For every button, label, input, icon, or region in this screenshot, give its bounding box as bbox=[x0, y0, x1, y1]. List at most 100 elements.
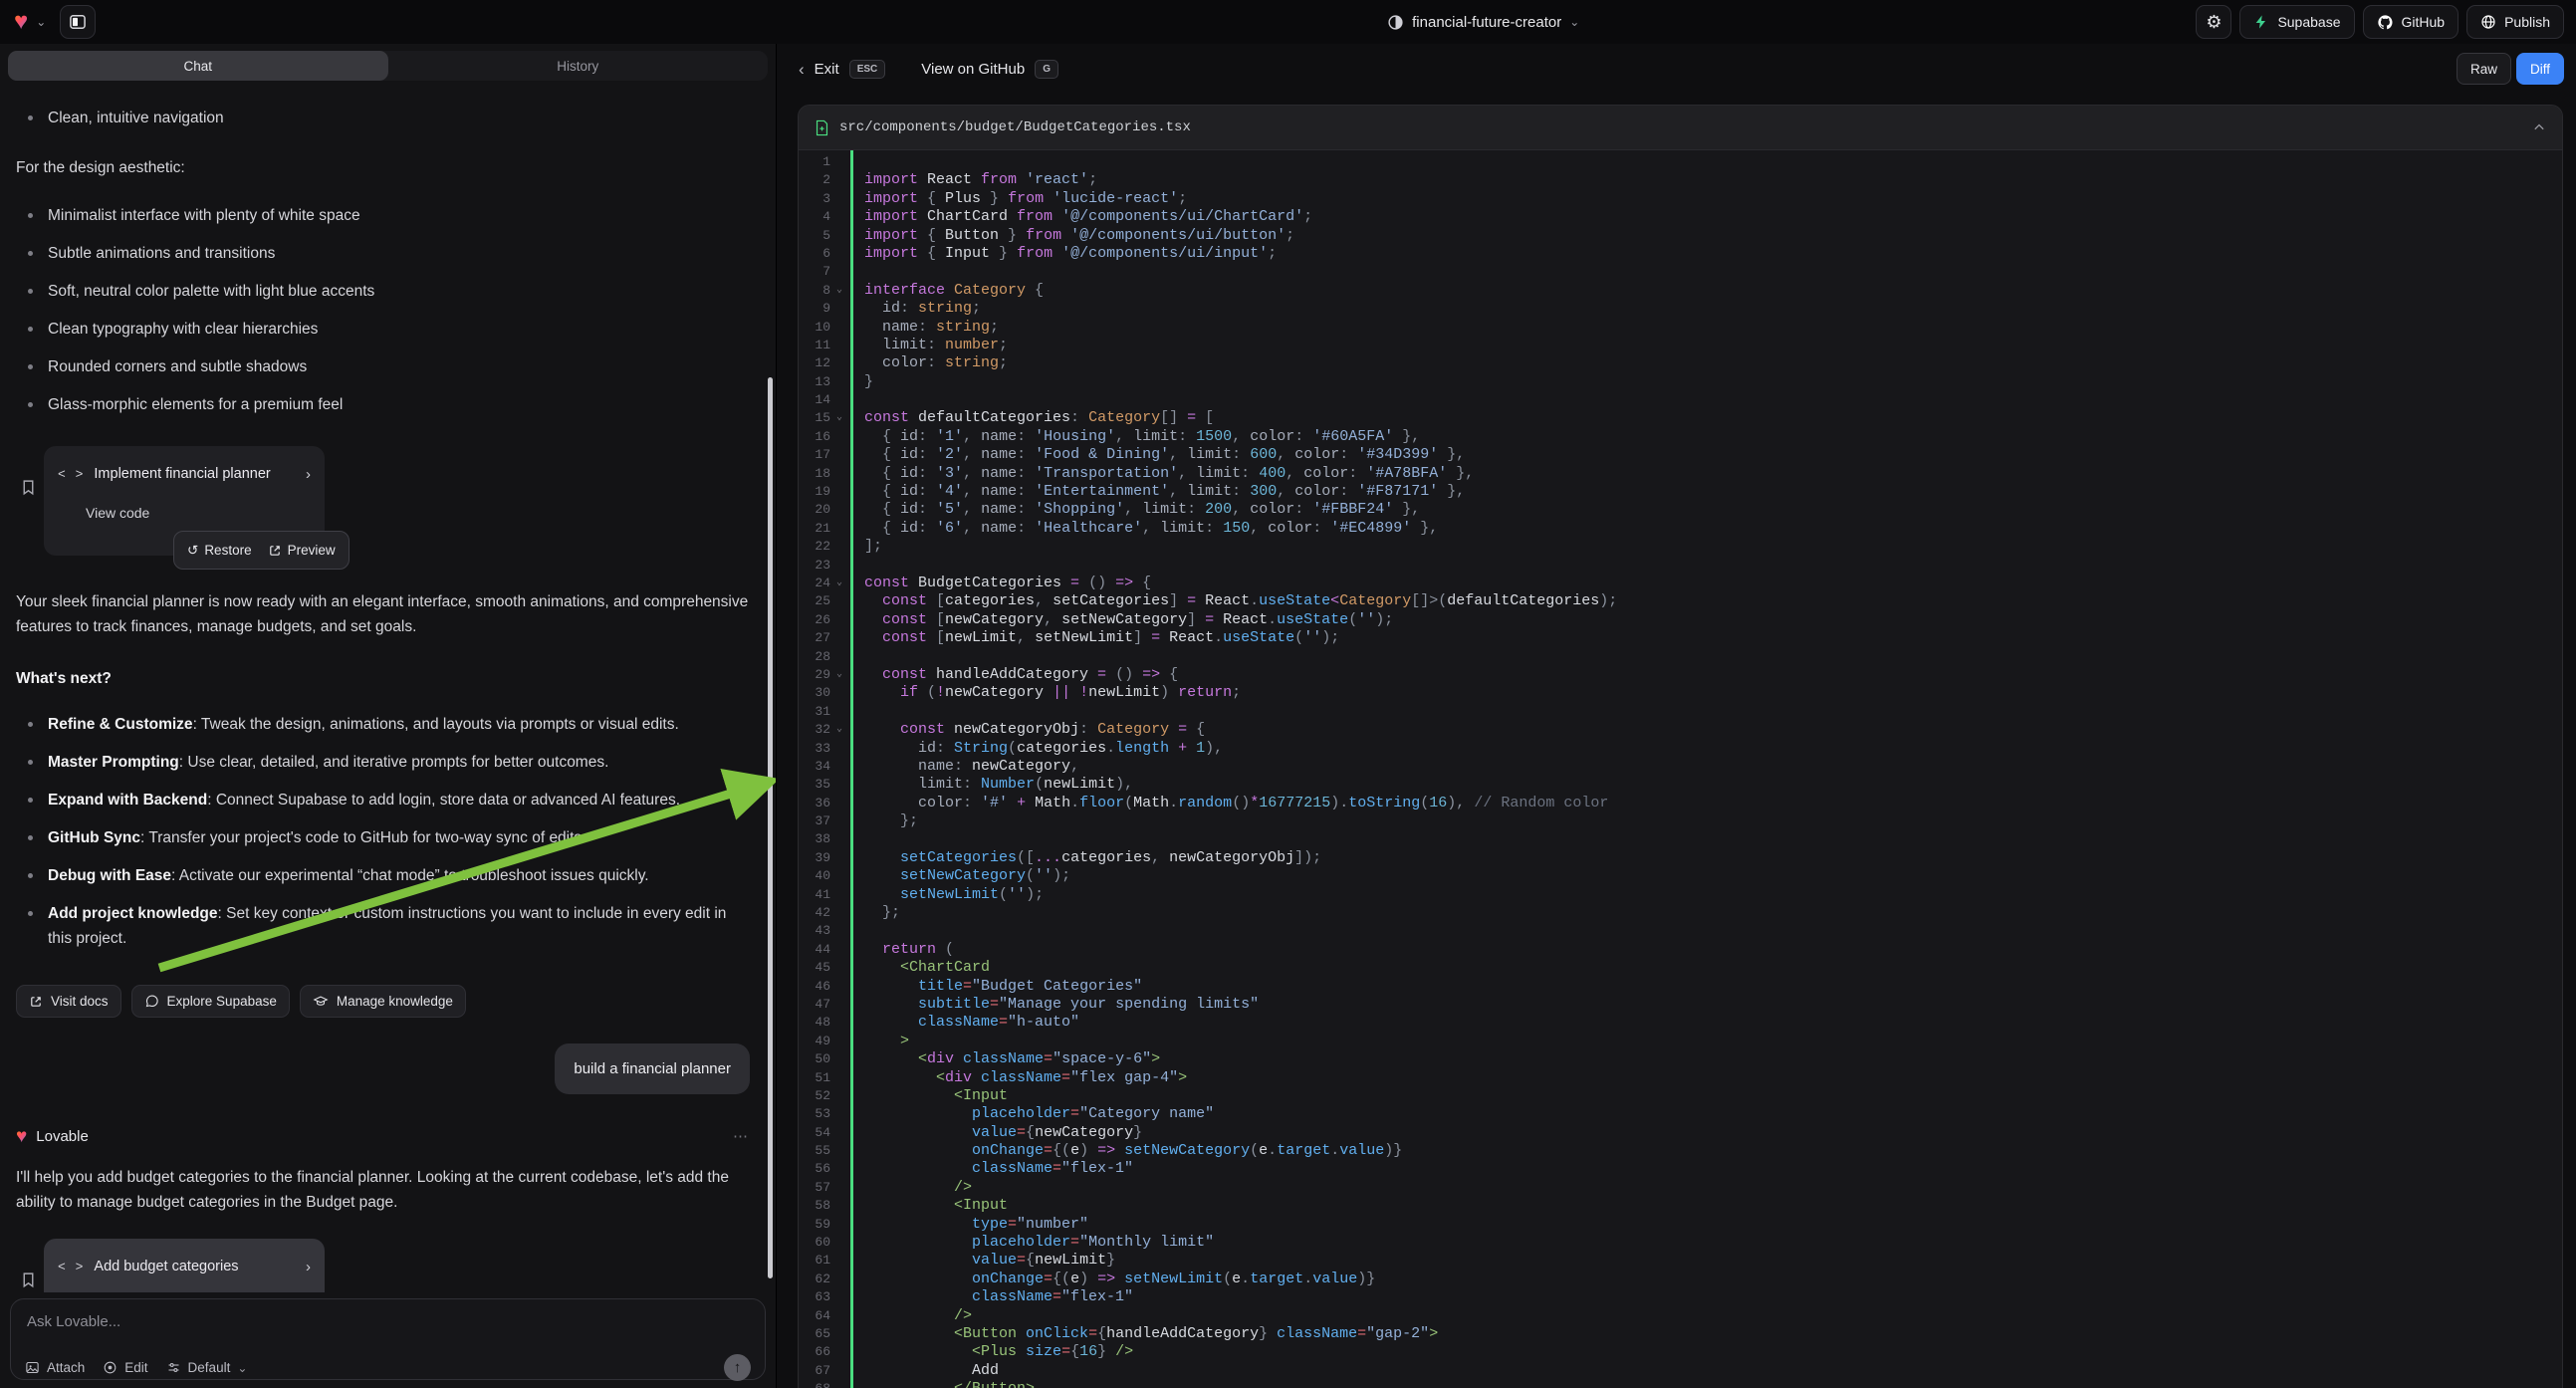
code-line: 47 subtitle="Manage your spending limits… bbox=[799, 996, 2562, 1014]
whats-next-item: Debug with Ease: Activate our experiment… bbox=[26, 863, 750, 888]
bullet-item: Minimalist interface with plenty of whit… bbox=[26, 203, 750, 228]
code-line: 16 { id: '1', name: 'Housing', limit: 15… bbox=[799, 428, 2562, 446]
file-added-icon bbox=[815, 119, 829, 136]
toggle-sidebar-button[interactable] bbox=[60, 5, 96, 39]
code-line: 22]; bbox=[799, 538, 2562, 556]
g-key-badge: G bbox=[1035, 60, 1058, 79]
code-line: 11 limit: number; bbox=[799, 337, 2562, 354]
panel-toggle-icon bbox=[68, 12, 88, 32]
version-actions-1: ↺ Restore Preview bbox=[173, 531, 350, 570]
code-line: 21 { id: '6', name: 'Healthcare', limit:… bbox=[799, 520, 2562, 538]
code-line: 23 bbox=[799, 557, 2562, 575]
bullet-item: Soft, neutral color palette with light b… bbox=[26, 279, 750, 304]
chat-input[interactable] bbox=[25, 1311, 755, 1341]
code-brackets-icon: < > bbox=[58, 1255, 84, 1279]
code-line: 54 value={newCategory} bbox=[799, 1124, 2562, 1142]
code-line: 64 /> bbox=[799, 1307, 2562, 1325]
code-line: 9 id: string; bbox=[799, 300, 2562, 318]
user-message: build a financial planner bbox=[555, 1043, 750, 1094]
lovable-logo-icon[interactable]: ♥ bbox=[14, 10, 28, 34]
logo-chevron-down-icon[interactable]: ⌄ bbox=[36, 16, 46, 28]
code-line: 25 const [categories, setCategories] = R… bbox=[799, 592, 2562, 610]
attach-button[interactable]: Attach bbox=[25, 1360, 85, 1375]
project-switcher[interactable]: financial-future-creator ⌄ bbox=[771, 14, 2196, 31]
mode-select[interactable]: Default ⌄ bbox=[166, 1360, 248, 1375]
chat-scrollbar[interactable] bbox=[768, 377, 773, 1278]
settings-button[interactable]: ⚙ bbox=[2196, 5, 2231, 39]
code-line: 12 color: string; bbox=[799, 354, 2562, 372]
visit-docs-button[interactable]: Visit docs bbox=[16, 985, 121, 1018]
send-arrow-icon: ↑ bbox=[734, 1359, 742, 1376]
github-button[interactable]: GitHub bbox=[2363, 5, 2459, 39]
code-body[interactable]: 12import React from 'react';3import { Pl… bbox=[799, 150, 2562, 1388]
publish-label: Publish bbox=[2504, 14, 2550, 30]
code-line: 55 onChange={(e) => setNewCategory(e.tar… bbox=[799, 1142, 2562, 1160]
topbar-left: ♥ ⌄ bbox=[0, 5, 771, 39]
explore-supabase-button[interactable]: Explore Supabase bbox=[131, 985, 290, 1018]
diff-tab[interactable]: Diff bbox=[2516, 53, 2564, 85]
file-header[interactable]: src/components/budget/BudgetCategories.t… bbox=[799, 106, 2562, 150]
chevron-right-icon[interactable]: › bbox=[306, 1255, 311, 1279]
code-line: 32⌄ const newCategoryObj: Category = { bbox=[799, 721, 2562, 739]
view-on-github-link[interactable]: View on GitHub bbox=[921, 61, 1025, 78]
tab-chat[interactable]: Chat bbox=[8, 51, 388, 81]
bullet-item: Clean typography with clear hierarchies bbox=[26, 317, 750, 342]
bullet-item: Clean, intuitive navigation bbox=[26, 106, 750, 130]
help-paragraph: I'll help you add budget categories to t… bbox=[16, 1165, 750, 1215]
code-line: 39 setCategories([...categories, newCate… bbox=[799, 849, 2562, 867]
github-icon bbox=[2377, 14, 2394, 31]
restore-label: Restore bbox=[204, 538, 251, 563]
code-line: 61 value={newLimit} bbox=[799, 1252, 2562, 1270]
graduation-cap-icon bbox=[313, 994, 329, 1009]
code-line: 17 { id: '2', name: 'Food & Dining', lim… bbox=[799, 446, 2562, 464]
whats-next-item: Expand with Backend: Connect Supabase to… bbox=[26, 788, 750, 812]
tab-history[interactable]: History bbox=[388, 51, 769, 81]
code-line: 36 color: '#' + Math.floor(Math.random()… bbox=[799, 795, 2562, 812]
restore-icon: ↺ bbox=[187, 538, 198, 563]
restore-button[interactable]: ↺ Restore bbox=[187, 538, 252, 563]
lovable-avatar: ♥ bbox=[16, 1127, 27, 1146]
code-line: 33 id: String(categories.length + 1), bbox=[799, 740, 2562, 758]
code-line: 10 name: string; bbox=[799, 319, 2562, 337]
whats-next-item: Master Prompting: Use clear, detailed, a… bbox=[26, 750, 750, 775]
raw-tab[interactable]: Raw bbox=[2457, 53, 2511, 85]
code-line: 58 <Input bbox=[799, 1197, 2562, 1215]
whats-next-item: Refine & Customize: Tweak the design, an… bbox=[26, 712, 750, 737]
code-line: 8⌄interface Category { bbox=[799, 282, 2562, 300]
supabase-icon bbox=[2253, 14, 2269, 30]
code-line: 26 const [newCategory, setNewCategory] =… bbox=[799, 611, 2562, 629]
exit-button[interactable]: Exit bbox=[815, 61, 839, 78]
view-code-link[interactable]: View code bbox=[86, 501, 311, 526]
project-chevron-down-icon: ⌄ bbox=[1569, 16, 1579, 28]
supabase-button[interactable]: Supabase bbox=[2239, 5, 2354, 39]
send-button[interactable]: ↑ bbox=[724, 1354, 751, 1381]
code-line: 62 onChange={(e) => setNewLimit(e.target… bbox=[799, 1271, 2562, 1288]
edit-button[interactable]: Edit bbox=[103, 1360, 147, 1375]
explore-supabase-label: Explore Supabase bbox=[167, 989, 277, 1014]
version-card-add-budget-categories[interactable]: < > Add budget categories › View code bbox=[44, 1239, 325, 1292]
code-line: 29⌄ const handleAddCategory = () => { bbox=[799, 666, 2562, 684]
code-line: 56 className="flex-1" bbox=[799, 1160, 2562, 1178]
mode-label: Default bbox=[188, 1360, 231, 1375]
publish-button[interactable]: Publish bbox=[2466, 5, 2564, 39]
back-chevron-icon[interactable]: ‹ bbox=[799, 61, 805, 78]
code-line: 65 <Button onClick={handleAddCategory} c… bbox=[799, 1325, 2562, 1343]
chevron-right-icon[interactable]: › bbox=[306, 462, 311, 487]
collapse-chevron-icon[interactable] bbox=[2532, 120, 2546, 134]
preview-button[interactable]: Preview bbox=[268, 538, 336, 563]
chat-messages[interactable]: Clean, intuitive navigation For the desi… bbox=[0, 88, 776, 1292]
visit-docs-label: Visit docs bbox=[51, 989, 109, 1014]
app-window: ♥ ⌄ financial-future-creator ⌄ ⚙ bbox=[0, 0, 2576, 1388]
version-card-2-wrap: < > Add budget categories › View code ↺ … bbox=[44, 1239, 343, 1292]
code-line: 18 { id: '3', name: 'Transportation', li… bbox=[799, 465, 2562, 483]
whats-next-list: Refine & Customize: Tweak the design, an… bbox=[16, 712, 750, 951]
chat-composer[interactable]: Attach Edit Default bbox=[10, 1298, 766, 1380]
manage-knowledge-button[interactable]: Manage knowledge bbox=[300, 985, 466, 1018]
bookmark-icon[interactable] bbox=[20, 478, 37, 497]
bookmark-icon[interactable] bbox=[20, 1271, 37, 1289]
github-label: GitHub bbox=[2402, 14, 2446, 30]
chat-panel: Chat History Clean, intuitive navigation… bbox=[0, 44, 776, 1388]
message-menu-icon[interactable]: ⋯ bbox=[733, 1124, 750, 1149]
whats-next-item: GitHub Sync: Transfer your project's cod… bbox=[26, 825, 750, 850]
code-line: 3import { Plus } from 'lucide-react'; bbox=[799, 190, 2562, 208]
